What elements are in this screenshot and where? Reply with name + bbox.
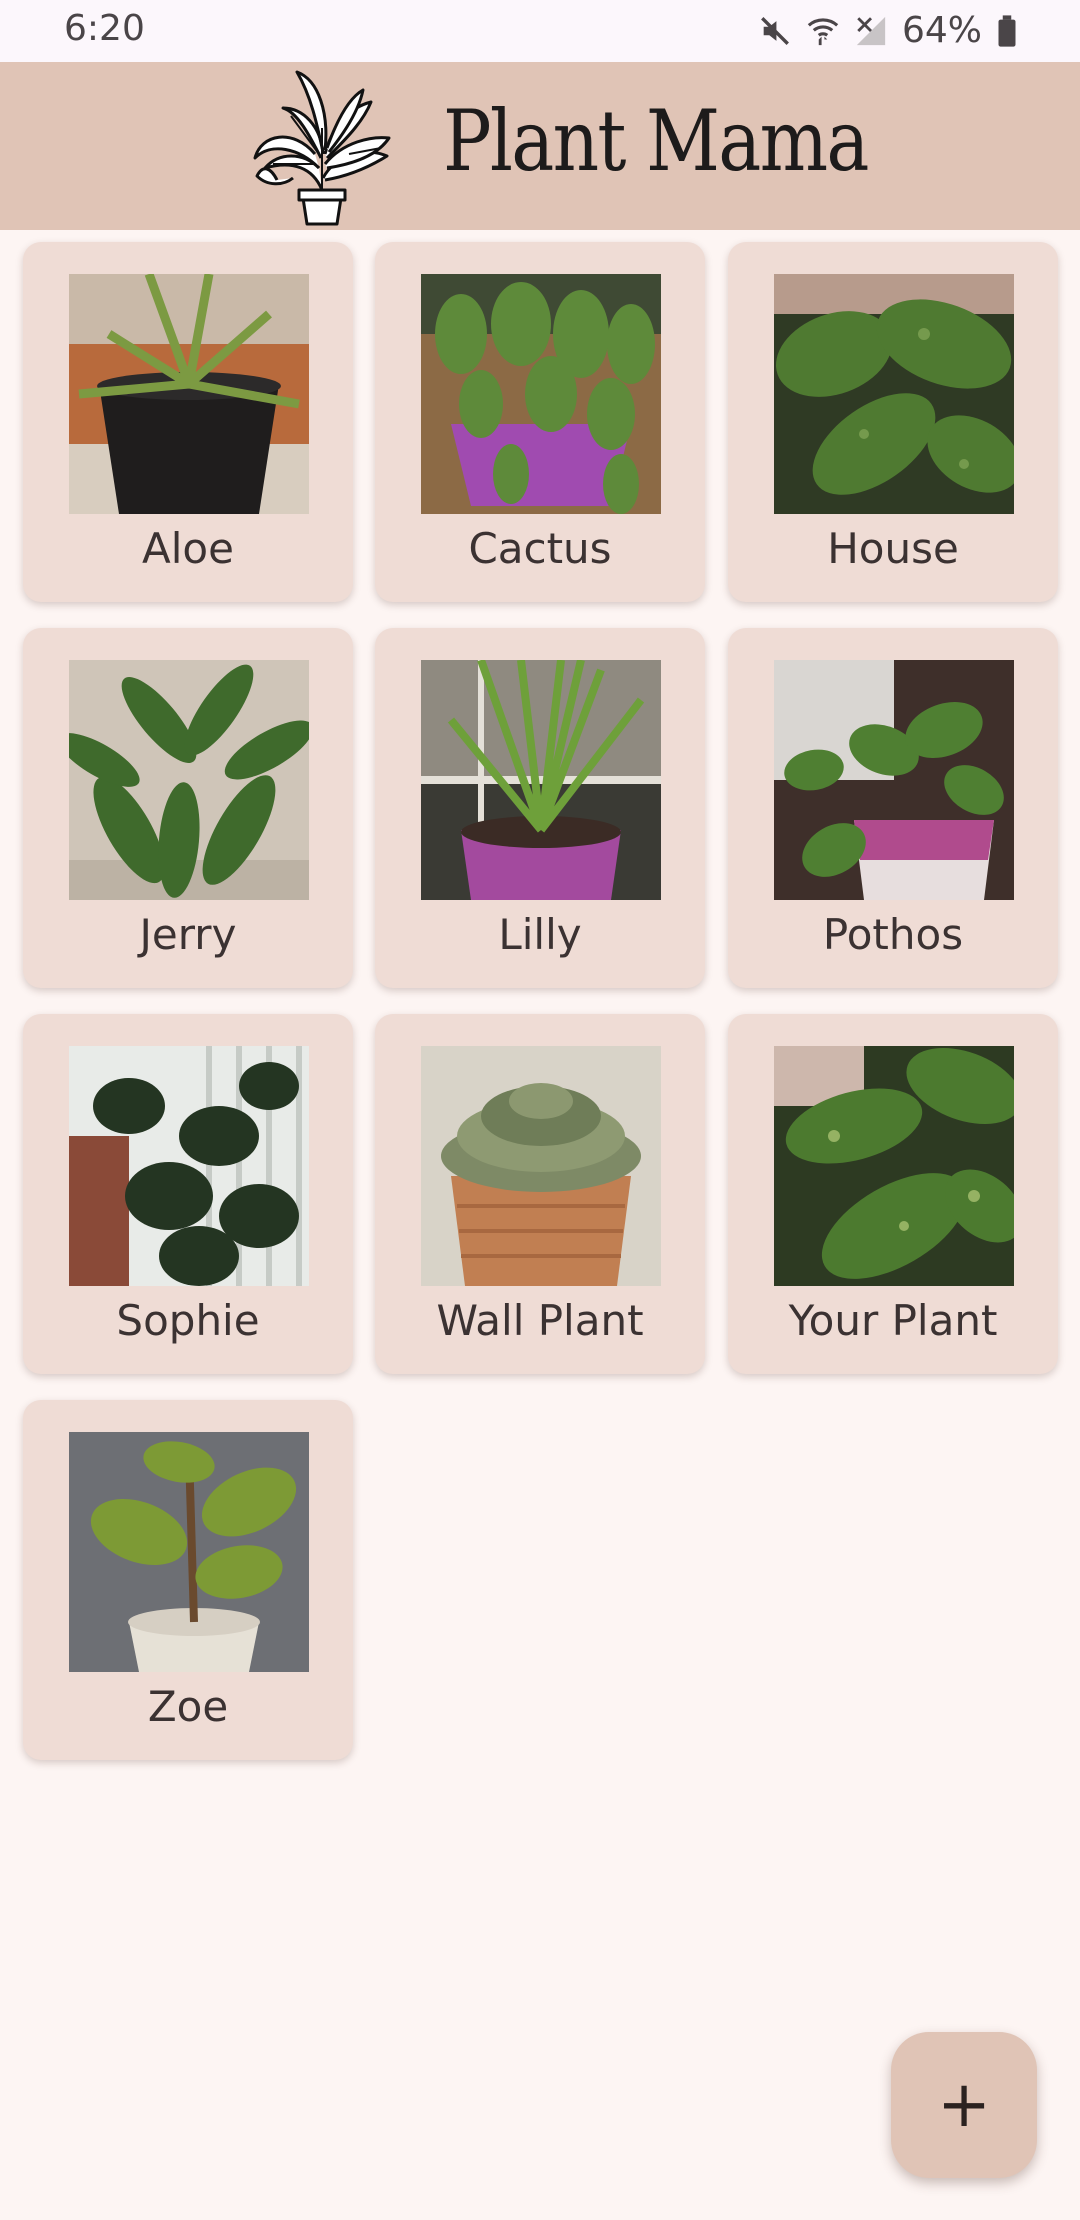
plant-card-wall-plant[interactable]: Wall Plant [375,1014,705,1374]
plant-photo [69,1432,309,1672]
plant-photo [774,274,1014,514]
status-icons: 64% [758,10,1018,51]
plant-photo [69,660,309,900]
status-bar: 6:20 64% [0,0,1080,62]
plant-card-sophie[interactable]: Sophie [23,1014,353,1374]
plant-photo [69,1046,309,1286]
plant-photo [421,660,661,900]
plant-card-aloe[interactable]: Aloe [23,242,353,602]
plant-name: House [827,524,959,573]
plant-name: Sophie [116,1296,260,1345]
add-icon: + [937,2068,991,2142]
plant-card-zoe[interactable]: Zoe [23,1400,353,1760]
plant-name: Cactus [468,524,612,573]
add-plant-button[interactable]: + [891,2032,1037,2178]
no-signal-icon [856,16,886,45]
app-header: Plant Mama [0,62,1080,230]
plant-card-cactus[interactable]: Cactus [375,242,705,602]
plant-card-lilly[interactable]: Lilly [375,628,705,988]
status-time: 6:20 [64,8,145,49]
plant-name: Wall Plant [436,1296,644,1345]
plant-photo [421,1046,661,1286]
plant-photo [69,274,309,514]
battery-icon [998,14,1016,47]
plant-card-your-plant[interactable]: Your Plant [728,1014,1058,1374]
plant-name: Jerry [139,910,237,959]
app-title: Plant Mama [443,92,869,190]
plant-card-jerry[interactable]: Jerry [23,628,353,988]
plant-name: Your Plant [788,1296,998,1345]
plant-name: Aloe [142,524,234,573]
potted-plant-logo [253,70,391,226]
battery-percent: 64% [901,10,982,51]
mute-icon [761,16,789,45]
plant-photo [774,660,1014,900]
plant-photo [774,1046,1014,1286]
plant-name: Pothos [822,910,964,959]
plant-photo [421,274,661,514]
plant-name: Lilly [498,910,582,959]
plant-card-pothos[interactable]: Pothos [728,628,1058,988]
wifi-icon [807,17,839,45]
plant-name: Zoe [147,1682,229,1731]
plant-card-house[interactable]: House [728,242,1058,602]
